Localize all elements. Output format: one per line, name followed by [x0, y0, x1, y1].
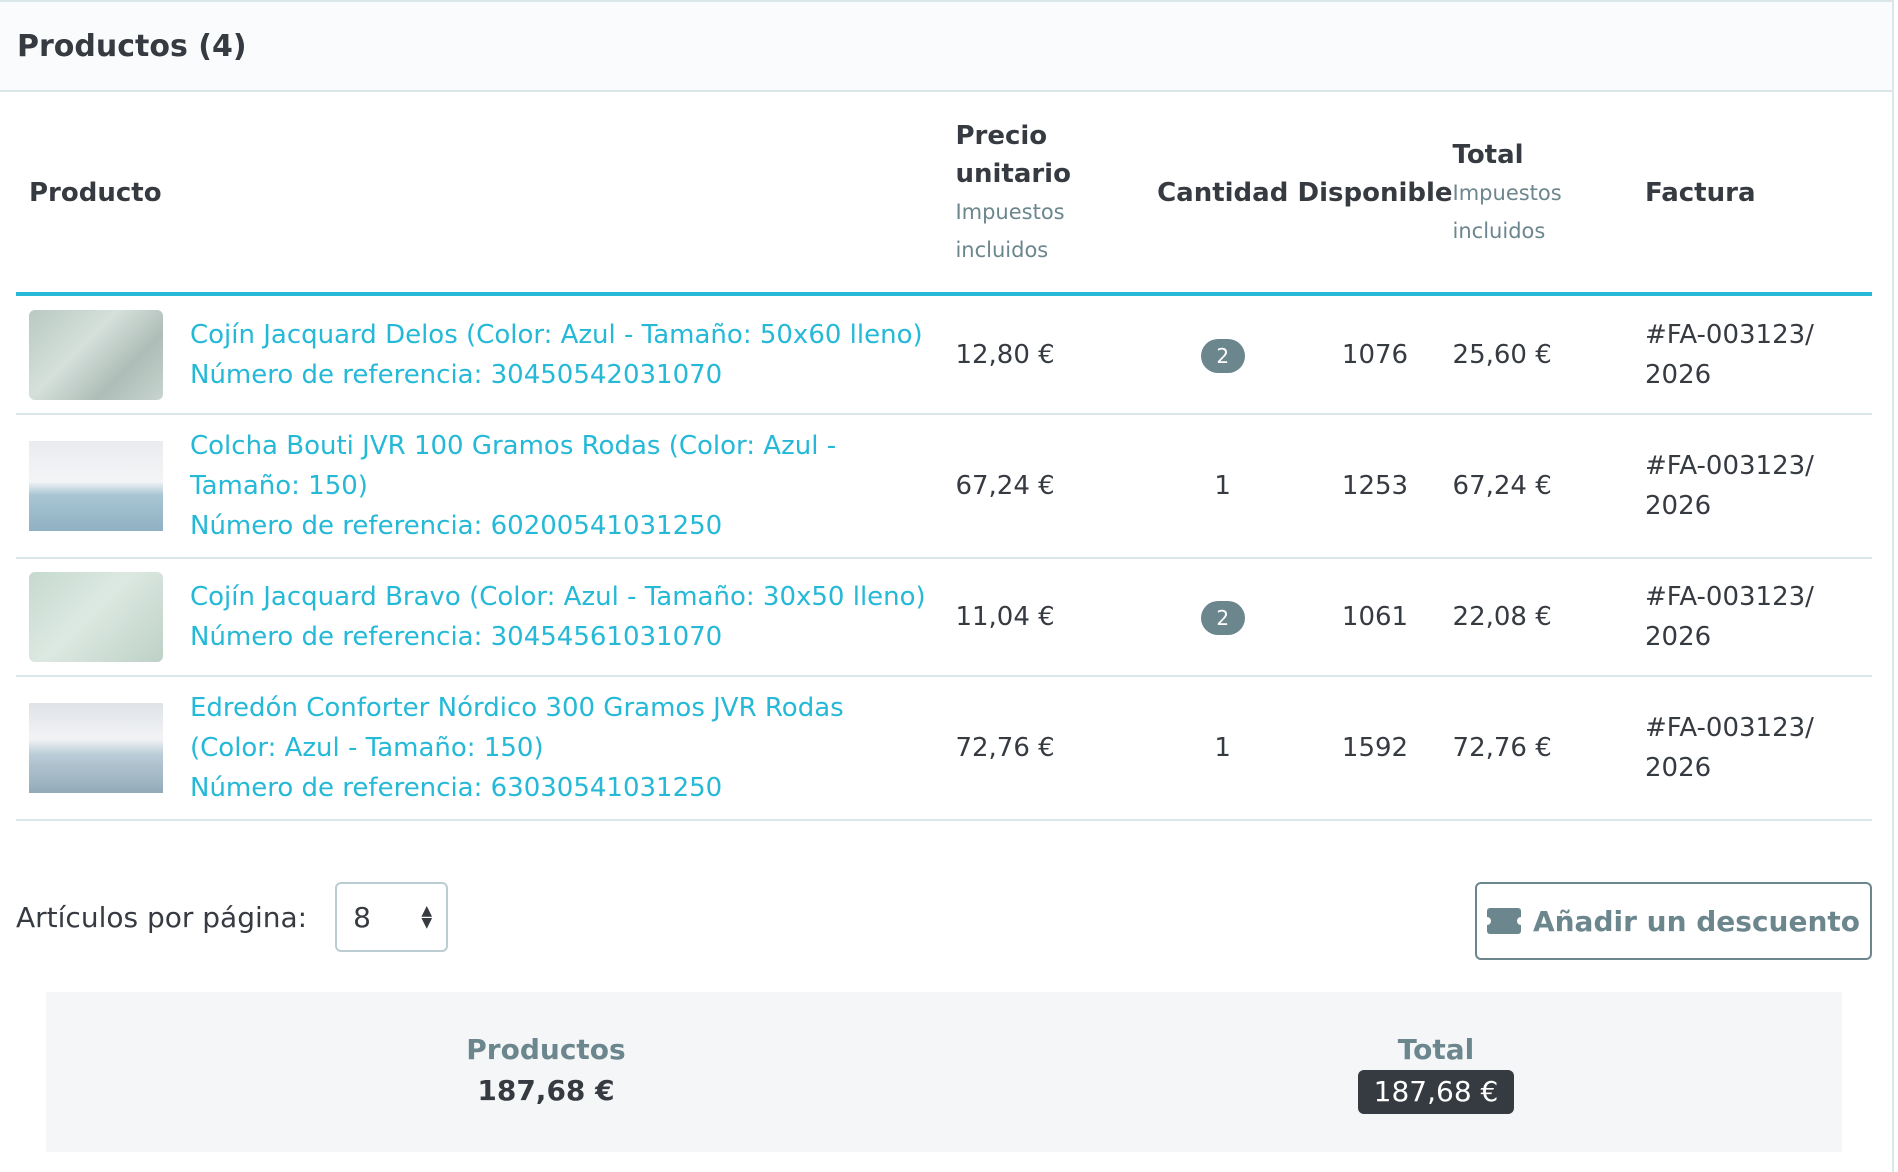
products-table: Producto Precio unitario Impuestos inclu…: [16, 94, 1872, 821]
summary-total-value: 187,68 €: [1357, 1070, 1515, 1114]
items-per-page-select[interactable]: 8 ▲ ▼: [335, 882, 449, 952]
items-per-page: Artículos por página: 8 ▲ ▼: [16, 882, 449, 952]
table-header: Producto Precio unitario Impuestos inclu…: [16, 94, 1872, 296]
product-name-link[interactable]: Edredón Conforter Nórdico 300 Gramos JVR…: [190, 688, 930, 768]
available-stock: 1592: [1297, 676, 1453, 821]
summary-products-value: 187,68 €: [477, 1074, 615, 1107]
row-total: 22,08 €: [1452, 558, 1645, 677]
product-name-link[interactable]: Cojín Jacquard Bravo (Color: Azul - Tama…: [190, 577, 926, 617]
product-cell: Cojín Jacquard Bravo (Color: Azul - Tama…: [16, 558, 956, 677]
ticket-icon: [1482, 908, 1525, 934]
available-stock: 1253: [1297, 414, 1453, 559]
products-card: Productos (4) Producto Precio unitario I…: [0, 0, 1894, 1172]
row-total: 72,76 €: [1452, 676, 1645, 821]
header-total-sub: Impuestos incluidos: [1452, 181, 1562, 243]
add-discount-button[interactable]: Añadir un descuento: [1475, 882, 1872, 960]
table-row: Colcha Bouti JVR 100 Gramos Rodas (Color…: [16, 414, 1872, 559]
header-total: Total Impuestos incluidos: [1452, 94, 1645, 296]
quantity-value: 1: [1147, 414, 1298, 559]
table-row: Edredón Conforter Nórdico 300 Gramos JVR…: [16, 676, 1872, 821]
header-invoice: Factura: [1644, 94, 1872, 296]
product-thumbnail[interactable]: [29, 309, 163, 400]
select-arrows-icon: ▲ ▼: [421, 903, 433, 931]
product-name-link[interactable]: Colcha Bouti JVR 100 Gramos Rodas (Color…: [190, 426, 930, 506]
header-available: Disponible: [1297, 94, 1453, 296]
invoice-number: #FA-003123/2026: [1644, 558, 1872, 677]
unit-price: 11,04 €: [955, 558, 1148, 677]
available-stock: 1076: [1297, 294, 1453, 415]
quantity-cell: 2: [1147, 294, 1298, 415]
summary-total-label: Total: [1397, 1033, 1475, 1066]
items-per-page-label: Artículos por página:: [16, 900, 308, 934]
product-cell: Colcha Bouti JVR 100 Gramos Rodas (Color…: [16, 414, 956, 559]
card-title: Productos (4): [17, 28, 247, 64]
header-unit-price-sub: Impuestos incluidos: [955, 200, 1065, 262]
row-total: 67,24 €: [1452, 414, 1645, 559]
table-row: Cojín Jacquard Bravo (Color: Azul - Tama…: [16, 558, 1872, 677]
summary-products: Productos 187,68 €: [376, 1030, 716, 1107]
product-reference-link[interactable]: Número de referencia: 60200541031250: [190, 506, 930, 546]
quantity-cell: 2: [1147, 558, 1298, 677]
product-thumbnail[interactable]: [29, 703, 163, 793]
product-thumbnail[interactable]: [29, 441, 163, 531]
quantity-badge: 2: [1200, 338, 1245, 373]
add-discount-label: Añadir un descuento: [1532, 904, 1861, 938]
invoice-number: #FA-003123/2026: [1644, 676, 1872, 821]
header-product: Producto: [16, 94, 956, 296]
header-quantity: Cantidad: [1147, 94, 1298, 296]
summary-total: Total 187,68 €: [1266, 1030, 1606, 1114]
product-cell: Cojín Jacquard Delos (Color: Azul - Tama…: [16, 294, 956, 415]
summary-products-label: Productos: [466, 1033, 626, 1066]
card-header: Productos (4): [0, 2, 1892, 92]
quantity-value: 1: [1147, 676, 1298, 821]
available-stock: 1061: [1297, 558, 1453, 677]
product-thumbnail[interactable]: [29, 572, 163, 662]
table-body: Cojín Jacquard Delos (Color: Azul - Tama…: [16, 294, 1872, 821]
unit-price: 72,76 €: [955, 676, 1148, 821]
items-per-page-value: 8: [353, 900, 371, 934]
quantity-badge: 2: [1200, 601, 1245, 635]
product-name-link[interactable]: Cojín Jacquard Delos (Color: Azul - Tama…: [190, 315, 923, 355]
unit-price: 12,80 €: [955, 294, 1148, 415]
products-table-wrapper: Producto Precio unitario Impuestos inclu…: [16, 94, 1872, 821]
table-row: Cojín Jacquard Delos (Color: Azul - Tama…: [16, 294, 1872, 415]
product-cell: Edredón Conforter Nórdico 300 Gramos JVR…: [16, 676, 956, 821]
invoice-number: #FA-003123/2026: [1644, 414, 1872, 559]
product-reference-link[interactable]: Número de referencia: 30454561031070: [190, 617, 926, 657]
product-reference-link[interactable]: Número de referencia: 63030541031250: [190, 768, 930, 808]
unit-price: 67,24 €: [955, 414, 1148, 559]
order-summary: Productos 187,68 € Total 187,68 €: [46, 992, 1842, 1152]
invoice-number: #FA-003123/2026: [1644, 294, 1872, 415]
header-unit-price: Precio unitario Impuestos incluidos: [955, 94, 1148, 296]
product-reference-link[interactable]: Número de referencia: 30450542031070: [190, 355, 923, 395]
row-total: 25,60 €: [1452, 294, 1645, 415]
